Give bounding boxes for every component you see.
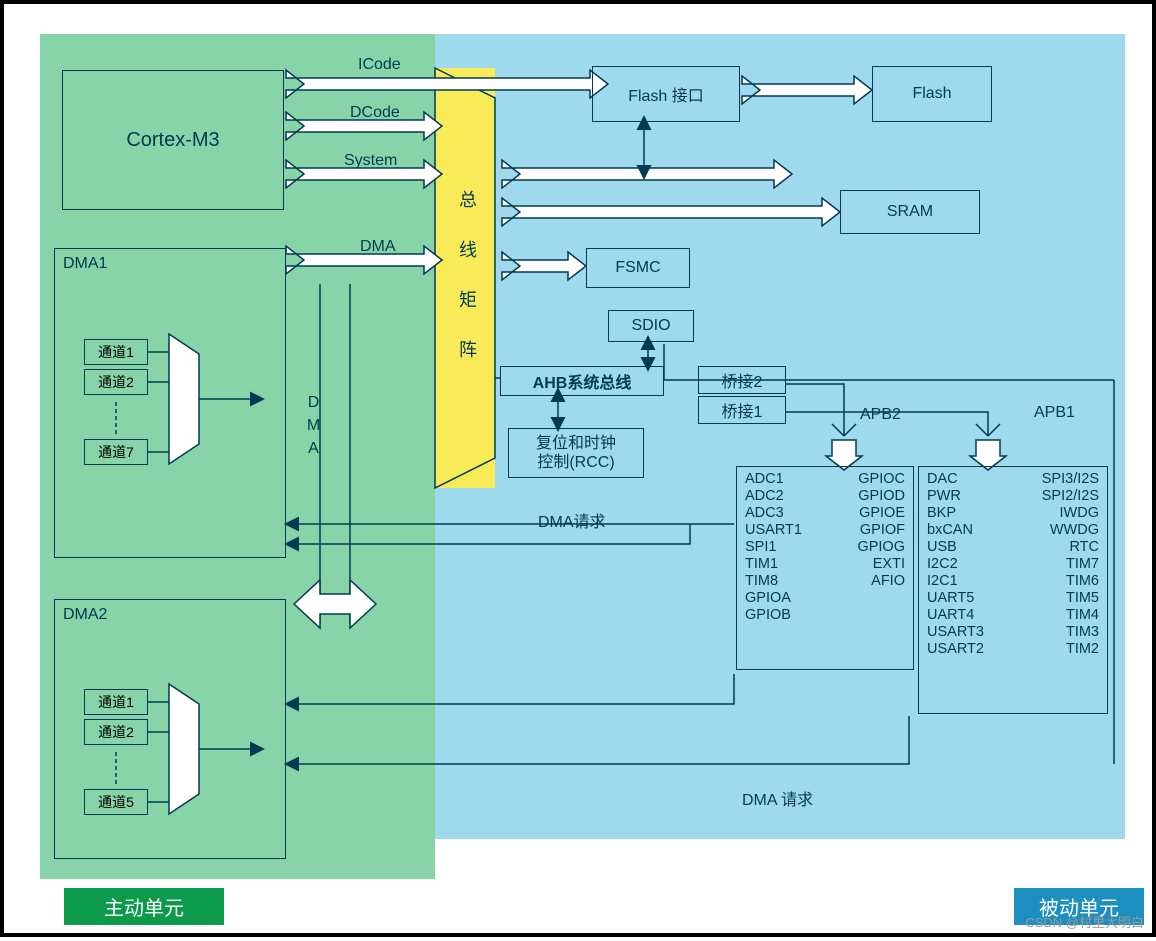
dma-vertical-label: DMA xyxy=(304,394,322,463)
active-unit-label: 主动单元 xyxy=(64,888,224,925)
diagram-canvas: Cortex-M3 DMA1 通道1 通道2 通道7 DMA2 通道1 通道2 … xyxy=(0,0,1156,937)
apb2-label: APB2 xyxy=(860,406,901,424)
apb1-peripheral-box: DACPWRBKPbxCANUSBI2C2I2C1UART5UART4USART… xyxy=(918,466,1108,714)
dcode-label: DCode xyxy=(350,104,400,122)
cortex-m3-box: Cortex-M3 xyxy=(62,70,284,210)
system-label: System xyxy=(344,152,397,170)
dma1-channel-1: 通道1 xyxy=(84,339,148,365)
sdio-box: SDIO xyxy=(608,310,694,342)
fsmc-box: FSMC xyxy=(586,248,690,288)
apb1-col1: DACPWRBKPbxCANUSBI2C2I2C1UART5UART4USART… xyxy=(927,471,984,657)
dma-label: DMA xyxy=(360,238,396,256)
apb1-label: APB1 xyxy=(1034,404,1075,422)
bridge2-box: 桥接2 xyxy=(698,366,786,394)
dma2-channel-5: 通道5 xyxy=(84,789,148,815)
sram-box: SRAM xyxy=(840,190,980,234)
flash-box: Flash xyxy=(872,66,992,122)
dma1-label: DMA1 xyxy=(63,255,107,273)
dma1-channel-2: 通道2 xyxy=(84,369,148,395)
dma-request-1-label: DMA请求 xyxy=(538,508,606,532)
ahb-bus-box: AHB系统总线 xyxy=(500,366,664,396)
dma1-box: DMA1 xyxy=(54,248,286,558)
rcc-box: 复位和时钟 控制(RCC) xyxy=(508,428,644,478)
apb2-col1: ADC1ADC2ADC3USART1SPI1TIM1TIM8GPIOAGPIOB xyxy=(745,471,802,623)
apb2-col2: GPIOCGPIODGPIOEGPIOFGPIOGEXTIAFIO xyxy=(857,471,905,589)
apb1-col2: SPI3/I2SSPI2/I2SIWDGWWDGRTCTIM7TIM6TIM5T… xyxy=(1042,471,1099,657)
watermark-text: CSDN @村里大明白 xyxy=(1025,912,1144,931)
bus-matrix-label: 总 线 矩 阵 xyxy=(454,190,480,364)
bridge1-box: 桥接1 xyxy=(698,396,786,424)
apb2-peripheral-box: ADC1ADC2ADC3USART1SPI1TIM1TIM8GPIOAGPIOB… xyxy=(736,466,914,670)
dma2-channel-2: 通道2 xyxy=(84,719,148,745)
dma2-label: DMA2 xyxy=(63,606,107,624)
icode-label: ICode xyxy=(358,56,401,74)
dma-request-2-label: DMA 请求 xyxy=(742,786,813,810)
flash-interface-box: Flash 接口 xyxy=(592,66,740,122)
dma1-channel-7: 通道7 xyxy=(84,439,148,465)
dma2-channel-1: 通道1 xyxy=(84,689,148,715)
